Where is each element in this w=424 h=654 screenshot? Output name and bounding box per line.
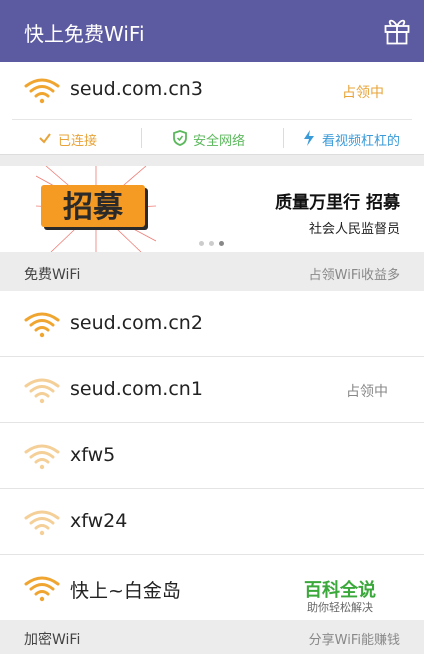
shield-icon xyxy=(173,130,187,146)
connected-ssid: seud.com.cn3 xyxy=(70,78,203,100)
section-hint: 分享WiFi能赚钱 xyxy=(308,633,400,648)
divider xyxy=(141,128,142,148)
network-row[interactable]: xfw24 xyxy=(0,489,424,555)
carousel-indicator xyxy=(199,241,229,247)
watermark-logo: 百科全说 助你轻松解决 xyxy=(280,576,400,618)
lightning-icon xyxy=(304,130,314,146)
check-icon xyxy=(39,133,51,144)
network-ssid: xfw24 xyxy=(70,510,128,532)
connected-label: 已连接 xyxy=(58,134,98,149)
connected-network-card: seud.com.cn3 占领中 已连接 安全网络 看视频杠杠的 xyxy=(0,62,424,155)
network-ssid: seud.com.cn2 xyxy=(70,312,203,334)
encrypted-wifi-section-header: 加密WiFi 分享WiFi能赚钱 xyxy=(0,620,424,654)
carousel-dot xyxy=(209,241,214,246)
gift-icon[interactable] xyxy=(384,17,410,45)
section-hint: 占领WiFi收益多 xyxy=(308,268,400,283)
banner-headline: 质量万里行 招募 xyxy=(275,193,400,213)
section-title: 免费WiFi xyxy=(24,267,81,283)
network-ssid: 快上~白金岛 xyxy=(70,580,181,602)
network-row[interactable]: xfw5 xyxy=(0,423,424,489)
promo-banner[interactable]: 招募 质量万里行 招募 社会人民监督员 xyxy=(0,166,424,252)
wifi-icon xyxy=(24,510,60,536)
occupied-status: 占领中 xyxy=(342,85,384,101)
carousel-dot xyxy=(199,241,204,246)
video-speed-label: 看视频杠杠的 xyxy=(322,134,401,149)
network-ssid: seud.com.cn1 xyxy=(70,378,203,400)
network-row[interactable]: seud.com.cn2 xyxy=(0,291,424,357)
free-wifi-section-header: 免费WiFi 占领WiFi收益多 xyxy=(0,255,424,289)
network-status: 占领中 xyxy=(346,384,388,400)
network-row[interactable]: seud.com.cn1 占领中 xyxy=(0,357,424,423)
network-ssid: xfw5 xyxy=(70,444,116,466)
svg-text:招募: 招募 xyxy=(63,190,124,225)
watermark-subtitle: 助你轻松解决 xyxy=(307,601,373,614)
banner-subline: 社会人民监督员 xyxy=(308,222,400,237)
app-header: 快上免费WiFi xyxy=(0,0,424,62)
connection-actions: 已连接 安全网络 看视频杠杠的 xyxy=(0,122,424,154)
recruit-banner-image: 招募 xyxy=(36,166,156,252)
secure-network-label: 安全网络 xyxy=(193,134,246,149)
section-title: 加密WiFi xyxy=(24,632,81,648)
network-list: seud.com.cn2 seud.com.cn1 占领中 xfw5 xfw24 快上~白… xyxy=(0,291,424,621)
connected-network-row[interactable]: seud.com.cn3 占领中 xyxy=(0,62,424,118)
wifi-icon xyxy=(24,312,60,338)
wifi-icon xyxy=(24,576,60,602)
divider xyxy=(283,128,284,148)
wifi-icon xyxy=(24,378,60,404)
carousel-dot-active xyxy=(219,241,224,246)
divider xyxy=(12,119,412,120)
wifi-icon xyxy=(24,78,60,104)
app-title: 快上免费WiFi xyxy=(24,22,145,46)
wifi-icon xyxy=(24,444,60,470)
